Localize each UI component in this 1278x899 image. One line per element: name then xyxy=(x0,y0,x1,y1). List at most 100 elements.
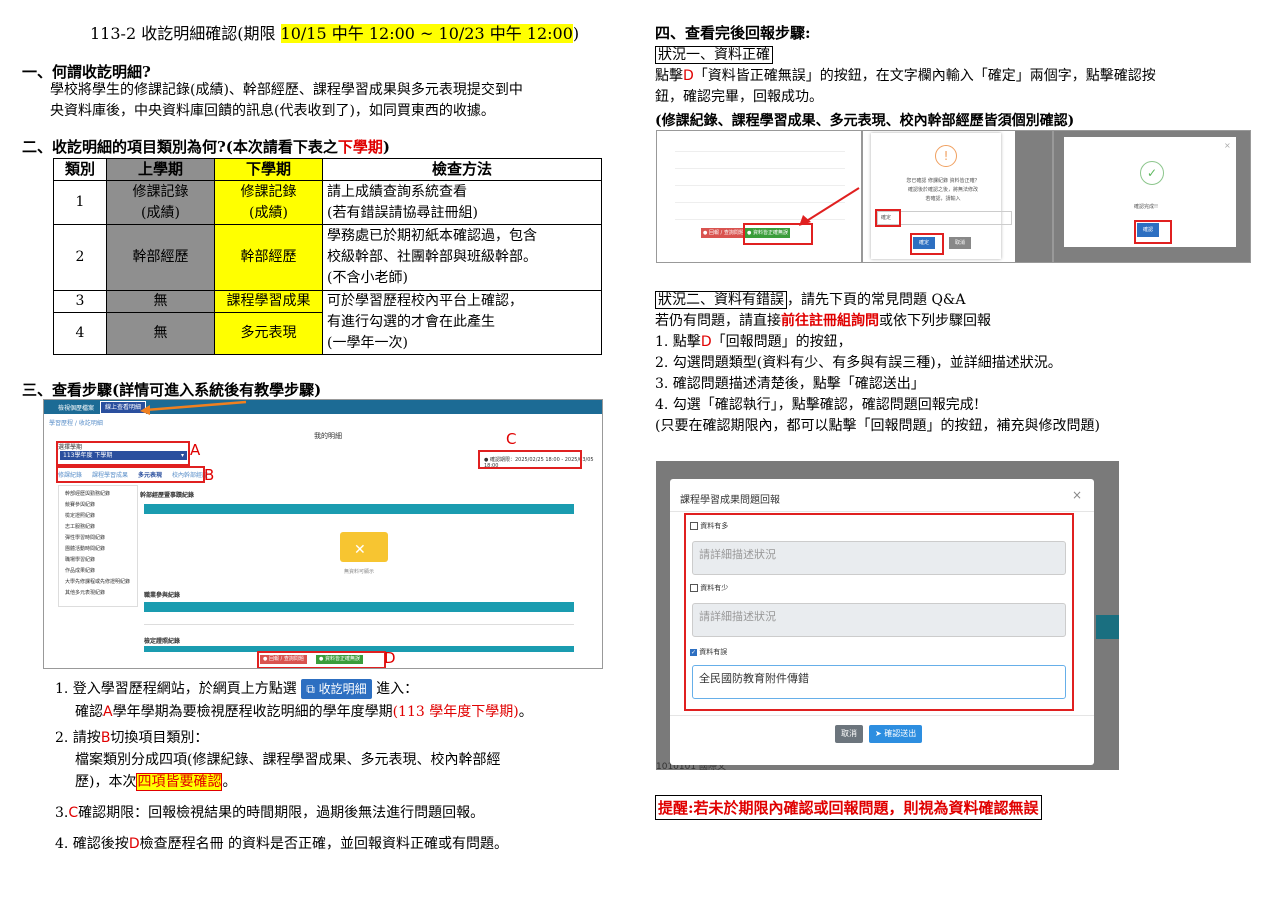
table-row xyxy=(675,152,845,169)
section3-heading: 三、查看步驟(詳情可進入系統後有教學步驟) xyxy=(22,381,322,399)
row3-prev: 無 xyxy=(106,290,215,313)
nav-tab-portfolio[interactable]: 檢視個歷檔案 xyxy=(58,403,94,412)
row2-no: 2 xyxy=(53,224,107,291)
step1-enter: 進入： xyxy=(376,681,419,697)
case1-text: 點擊D「資料皆正確無誤」的按鈕，在文字欄內輸入「確定」兩個字，點擊確認按 鈕，確… xyxy=(655,68,1156,105)
record-sidebar: 幹部經歷與勤務紀錄 競賽參與紀錄 檢定證照紀錄 志工服務紀錄 彈性學習時間紀錄 團體活動時… xyxy=(58,485,138,607)
sidebar-item[interactable]: 其他多元表現紀錄 xyxy=(65,588,137,599)
describe-more-input[interactable]: 請詳細描述狀況 xyxy=(692,541,1066,575)
warning-icon: ! xyxy=(935,145,957,167)
sidebar-item[interactable]: 彈性學習時間紀錄 xyxy=(65,533,137,544)
arrow-icon xyxy=(799,187,860,226)
case1-label: 狀況一、資料正確 xyxy=(655,44,773,64)
system-screenshot: 檢視個歷檔案 線上查看明細 學習歷程 / 收訖明細 我的明細 選擇學期 113學… xyxy=(43,399,603,669)
row3-cur: 課程學習成果 xyxy=(214,290,323,313)
modal-title: 課程學習成果問題回報 xyxy=(680,495,780,506)
marker-box-d xyxy=(257,651,386,668)
row1-prev: 修課記錄 (成績) xyxy=(106,180,215,225)
sidebar-item[interactable]: 幹部經歷與勤務紀錄 xyxy=(65,489,137,500)
category-table: 類別 上學期 下學期 檢查方法 1 修課記錄 (成績) 修課記錄 (成績) 請上… xyxy=(53,158,602,355)
marker-a: A xyxy=(190,441,201,459)
table-header-bar-2 xyxy=(144,602,574,612)
input-highlight xyxy=(875,209,901,227)
row3-no: 3 xyxy=(53,290,107,313)
checkbox-icon[interactable] xyxy=(690,584,698,592)
table-row xyxy=(675,135,845,152)
section-cadre: 幹部經歷暨事蹟紀錄 xyxy=(140,492,195,499)
header-method: 檢查方法 xyxy=(322,158,602,181)
row1-no: 1 xyxy=(53,180,107,225)
option-wrong[interactable]: ✓ 資料有誤 xyxy=(690,647,727,657)
arrow-icon xyxy=(140,400,247,415)
section4-heading: 四、查看完後回報步驟: xyxy=(655,24,811,42)
describe-less-input[interactable]: 請詳細描述狀況 xyxy=(692,603,1066,637)
modal-cancel-button[interactable]: 取消 xyxy=(835,725,863,743)
header-prev-term: 上學期 xyxy=(106,158,215,181)
send-icon: ➤ xyxy=(875,729,882,738)
row1-cur: 修課記錄 (成績) xyxy=(214,180,323,225)
sidebar-item[interactable]: 作品成果紀錄 xyxy=(65,566,137,577)
report-modal: 課程學習成果問題回報 × 資料有多 請詳細描述狀況 資料有少 請詳細描述狀況 ✓… xyxy=(670,479,1094,765)
table-header-bar xyxy=(144,504,574,514)
marker-box-c xyxy=(478,450,582,469)
modal-submit-button[interactable]: ➤ 確認送出 xyxy=(869,725,923,743)
ok-highlight xyxy=(910,233,944,255)
section1-text: 學校將學生的修課記錄(成績)、幹部經歷、課程學習成果與多元表現提交到中 央資料庫後… xyxy=(50,82,523,119)
option-less[interactable]: 資料有少 xyxy=(690,583,728,593)
step1-text: 1. 登入學習歷程網站，於網頁上方點選 xyxy=(55,681,297,697)
table-row xyxy=(675,169,845,186)
describe-wrong-input[interactable]: 全民國防教育附件傳錯 xyxy=(692,665,1066,699)
option-more[interactable]: 資料有多 xyxy=(690,521,728,531)
check-icon: ✓ xyxy=(1140,161,1164,185)
empty-folder-icon: ✕ xyxy=(334,522,394,564)
close-icon[interactable]: × xyxy=(1224,141,1231,150)
copy-icon: ⧉ xyxy=(306,682,315,696)
checkbox-checked-icon[interactable]: ✓ xyxy=(690,648,697,656)
sidebar-item[interactable]: 競賽參與紀錄 xyxy=(65,500,137,511)
steps-list: 1. 登入學習歷程網站，於網頁上方點選 ⧉ 收訖明細 進入： 確認A學年學期為要… xyxy=(55,679,533,852)
case1-note: (修課紀錄、課程學習成果、多元表現、校內幹部經歷皆須個別確認) xyxy=(655,113,1075,129)
sidebar-item[interactable]: 志工服務紀錄 xyxy=(65,522,137,533)
done-highlight xyxy=(1134,220,1172,244)
header-category: 類別 xyxy=(53,158,107,181)
marker-d: D xyxy=(384,649,396,667)
report-problem-button-small[interactable]: ● 回報 / 查詢問題 xyxy=(701,228,746,238)
shot-table: ● 回報 / 查詢問題 ● 資料皆正確無誤 xyxy=(656,130,862,263)
marker-c: C xyxy=(506,430,517,448)
close-icon[interactable]: × xyxy=(1072,488,1082,502)
breadcrumb[interactable]: 學習歷程 / 收訖明細 xyxy=(49,418,103,427)
case2-text: 狀況二、資料有錯誤 ，請先下頁的常見問題 Q&A 若仍有問題，請直接前往註冊組詢問… xyxy=(655,291,1100,434)
section-certificate: 檢定證照紀錄 xyxy=(144,638,181,645)
checkbox-icon[interactable] xyxy=(690,522,698,530)
shot-done-modal: × ✓ 確認完成!! 確認 xyxy=(1053,130,1251,263)
receipt-nav-label: 收訖明細 xyxy=(318,682,367,696)
section1-heading: 一、何謂收訖明細? xyxy=(22,63,151,81)
sidebar-item[interactable]: 檢定證照紀錄 xyxy=(65,511,137,522)
header-cur-term: 下學期 xyxy=(214,158,323,181)
receipt-nav-button: ⧉ 收訖明細 xyxy=(301,679,372,699)
row1-method: 請上成績查詢系統查看 (若有錯誤請協尋註冊組) xyxy=(322,180,602,225)
empty-message: 無資料可顯示 xyxy=(344,569,375,575)
row3-4-method: 可於學習歷程校內平台上確認， 有進行勾選的才會在此產生 (一學年一次) xyxy=(322,290,602,355)
marker-box-b xyxy=(56,466,205,483)
row2-cur: 幹部經歷 xyxy=(214,224,323,291)
row2-prev: 幹部經歷 xyxy=(106,224,215,291)
table-row xyxy=(144,614,574,625)
marker-box-a xyxy=(56,441,190,466)
reminder-note: 提醒:若未於期限內確認或回報問題，則視為資料確認無誤 xyxy=(655,795,1042,820)
sidebar-item[interactable]: 團體活動時間紀錄 xyxy=(65,544,137,555)
done-message: 確認完成!! xyxy=(1134,204,1159,210)
section-competition: 職業參與紀錄 xyxy=(144,592,181,599)
my-detail-title: 我的明細 xyxy=(314,432,342,440)
report-modal-screenshot: 1010101 國際文 課程學習成果問題回報 × 資料有多 請詳細描述狀況 資料… xyxy=(656,461,1119,770)
marker-b: B xyxy=(204,466,215,484)
row4-no: 4 xyxy=(53,312,107,355)
sidebar-item[interactable]: 職場學習紀錄 xyxy=(65,555,137,566)
page-title: 113-2 收訖明細確認(期限 10/15 中午 12:00 ~ 10/23 中… xyxy=(90,24,580,43)
row2-method: 學務處已於期初紙本確認過，包含 校級幹部、社團幹部與班級幹部。 (不含小老師) xyxy=(322,224,602,291)
confirm-cancel-button[interactable]: 取消 xyxy=(949,237,972,249)
section2-heading: 二、收訖明細的項目類別為何?(本次請看下表之下學期) xyxy=(22,138,391,156)
sidebar-item[interactable]: 大學先修課程或先修證明紀錄 xyxy=(65,577,137,588)
row4-prev: 無 xyxy=(106,312,215,355)
shot-confirm-modal: ! 您已確認 修課紀錄 資料皆正確？ 確認後於確認之後，將無法修改 若確認，請輸入 … xyxy=(862,130,1053,263)
